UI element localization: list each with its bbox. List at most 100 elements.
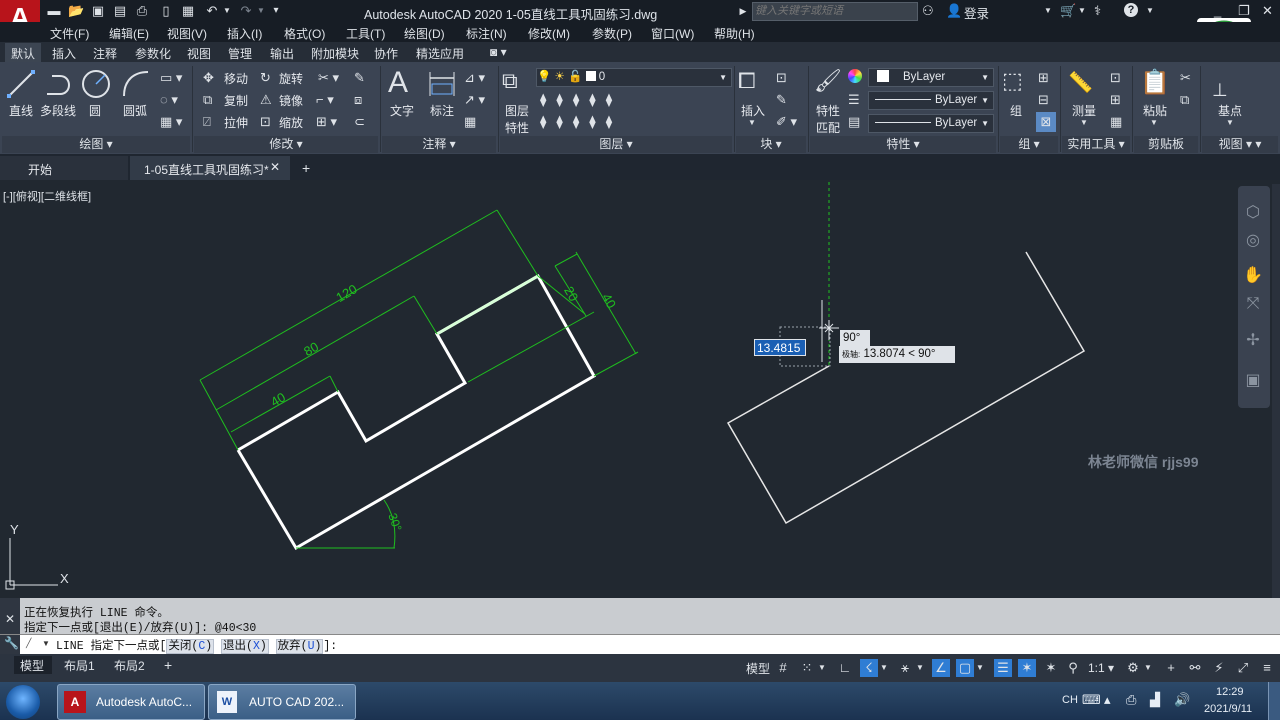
volume-icon[interactable]: 🔊 bbox=[1174, 692, 1190, 708]
orbit-icon[interactable]: ✢ bbox=[1242, 330, 1264, 350]
transparency-icon[interactable]: ✶ bbox=[1018, 659, 1036, 677]
mirror-icon[interactable]: ⚠ bbox=[260, 92, 272, 108]
snap-dropdown-icon[interactable]: ▼ bbox=[816, 659, 828, 677]
quick-select-icon[interactable]: ⊞ bbox=[1110, 92, 1121, 108]
ungroup-icon[interactable]: ⊞ bbox=[1038, 70, 1049, 86]
ribbon-tab-featured-apps[interactable]: 精选应用 bbox=[416, 45, 464, 62]
layout-tab-1[interactable]: 布局1 bbox=[64, 657, 95, 674]
chevron-down-icon[interactable]: ▼ bbox=[1080, 118, 1088, 127]
dimension-tool-label[interactable]: 标注 bbox=[430, 102, 454, 119]
edit-block-icon[interactable]: ✎ bbox=[776, 92, 787, 108]
mirror-label[interactable]: 镜像 bbox=[279, 92, 303, 109]
measure-icon[interactable]: 📏 bbox=[1068, 70, 1093, 95]
command-prompt[interactable]: LINE 指定下一点或[关闭(C) 退出(X) 放弃(U)]: bbox=[56, 637, 337, 654]
stretch-label[interactable]: 拉伸 bbox=[224, 114, 248, 131]
login-label[interactable]: 登录 bbox=[964, 3, 989, 22]
ribbon-tab-output[interactable]: 输出 bbox=[270, 45, 294, 62]
layout-tab-2[interactable]: 布局2 bbox=[114, 657, 145, 674]
match-properties-label-1[interactable]: 特性 bbox=[816, 102, 840, 119]
show-desktop-button[interactable] bbox=[1268, 682, 1280, 720]
recent-commands-icon[interactable]: ▼ bbox=[42, 639, 50, 648]
copy-label[interactable]: 复制 bbox=[224, 92, 248, 109]
scale-label[interactable]: 缩放 bbox=[279, 114, 303, 131]
close-command-icon[interactable]: ✕ bbox=[5, 612, 15, 626]
menu-parametric[interactable]: 参数(P) bbox=[592, 25, 632, 42]
polyline-tool-label[interactable]: 多段线 bbox=[40, 102, 76, 119]
restore-icon[interactable]: ❐ bbox=[1238, 3, 1250, 19]
panel-groups-title[interactable]: 组 ▾ bbox=[1000, 136, 1058, 153]
cut-icon[interactable]: ✂ bbox=[1180, 70, 1191, 86]
hatch-tool-icon[interactable]: ◌ ▾ bbox=[160, 92, 178, 108]
layer-properties-label-2[interactable]: 特性 bbox=[505, 119, 529, 136]
model-space-toggle[interactable]: 模型 bbox=[746, 660, 770, 677]
add-layout-icon[interactable]: + bbox=[164, 657, 172, 673]
tab-drawing[interactable]: 1-05直线工具巩固练习* ✕ bbox=[130, 156, 290, 180]
panel-layers-title[interactable]: 图层 ▾ bbox=[500, 136, 732, 153]
scale-icon[interactable]: ⊡ bbox=[260, 114, 271, 130]
match-properties-label-2[interactable]: 匹配 bbox=[816, 119, 840, 136]
polar-tracking-icon[interactable]: ☇ bbox=[860, 659, 878, 677]
calculator-icon[interactable]: ▦ bbox=[1110, 114, 1122, 130]
drawing-geometry[interactable]: 120 80 40 20 40 30° Y X bbox=[0, 180, 1280, 598]
explode-icon[interactable]: ⧈ bbox=[354, 92, 362, 108]
dimension-tool-icon[interactable] bbox=[426, 68, 458, 100]
new-tab-icon[interactable]: + bbox=[302, 160, 310, 176]
lineweight-icon[interactable]: ☰ bbox=[848, 92, 860, 108]
close-tab-icon[interactable]: ✕ bbox=[270, 160, 280, 174]
insert-block-icon[interactable]: ⧠ bbox=[738, 68, 756, 94]
option-exit[interactable]: 退出(X) bbox=[221, 639, 269, 654]
customize-wrench-icon[interactable]: 🔧 bbox=[4, 636, 19, 650]
trim-icon[interactable]: ✂ ▾ bbox=[318, 70, 339, 86]
windows-start-icon[interactable] bbox=[6, 685, 40, 719]
layer-tools-row-2-icons[interactable]: ⧫⧫⧫⧫⧫ bbox=[540, 114, 622, 130]
quick-properties-icon[interactable]: ⚡ bbox=[1210, 659, 1228, 677]
exchange-icon[interactable]: ⚕ bbox=[1094, 3, 1101, 19]
panel-properties-title[interactable]: 特性 ▾ bbox=[810, 136, 996, 153]
group-icon[interactable]: ⬚ bbox=[1002, 68, 1023, 94]
rotate-icon[interactable]: ↻ bbox=[260, 70, 271, 86]
clock-time[interactable]: 12:29 bbox=[1216, 686, 1244, 698]
menu-file[interactable]: 文件(F) bbox=[50, 25, 89, 42]
network-icon[interactable]: ▟ bbox=[1150, 692, 1160, 708]
circle-tool-label[interactable]: 圆 bbox=[89, 102, 101, 119]
menu-insert[interactable]: 插入(I) bbox=[227, 25, 262, 42]
user-icon[interactable]: 👤 bbox=[946, 3, 962, 19]
offset-icon[interactable]: ⊂ bbox=[354, 114, 365, 130]
cart-dropdown-icon[interactable]: ▼ bbox=[1078, 3, 1086, 19]
new-file-icon[interactable]: ▬ bbox=[46, 3, 62, 19]
tab-start[interactable]: 开始 bbox=[0, 156, 128, 180]
vertical-scrollbar[interactable] bbox=[1272, 184, 1280, 598]
chevron-down-icon[interactable]: ▼ bbox=[1150, 118, 1158, 127]
ribbon-tab-annotate[interactable]: 注释 bbox=[93, 45, 117, 62]
panel-view-title[interactable]: 视图 ▾ ▾ bbox=[1202, 136, 1278, 153]
lineweight-toggle-icon[interactable]: ☰ bbox=[994, 659, 1012, 677]
redo-icon[interactable]: ↷ bbox=[238, 3, 254, 19]
dynamic-input-field[interactable]: 13.4815 bbox=[754, 339, 806, 356]
layer-tools-row-1-icons[interactable]: ⧫⧫⧫⧫⧫ bbox=[540, 92, 622, 108]
chevron-down-icon[interactable]: ▼ bbox=[1226, 118, 1234, 127]
text-tool-label[interactable]: 文字 bbox=[390, 102, 414, 119]
option-close[interactable]: 关闭(C) bbox=[166, 639, 215, 654]
group-label[interactable]: 组 bbox=[1010, 102, 1022, 119]
menu-dimension[interactable]: 标注(N) bbox=[466, 25, 507, 42]
move-label[interactable]: 移动 bbox=[224, 70, 248, 87]
base-point-icon[interactable]: ⊥ bbox=[1212, 80, 1228, 101]
ribbon-minimize-toggle-icon[interactable]: ◙ ▾ bbox=[490, 45, 507, 59]
grid-icon[interactable]: # bbox=[774, 659, 792, 677]
insert-block-label[interactable]: 插入 bbox=[741, 102, 765, 119]
ribbon-tab-insert[interactable]: 插入 bbox=[52, 45, 76, 62]
menu-draw[interactable]: 绘图(D) bbox=[404, 25, 445, 42]
keyboard-icon[interactable]: ⌨ bbox=[1082, 692, 1101, 708]
workspace-gear-icon[interactable]: ⚙ bbox=[1124, 659, 1142, 677]
menu-format[interactable]: 格式(O) bbox=[284, 25, 325, 42]
panel-modify-title[interactable]: 修改 ▾ bbox=[194, 136, 378, 153]
annotation-scale[interactable]: 1:1 ▾ bbox=[1088, 661, 1114, 675]
gradient-tool-icon[interactable]: ▦ ▾ bbox=[160, 114, 182, 130]
rectangle-tool-icon[interactable]: ▭ ▾ bbox=[160, 70, 182, 86]
quick-access-customize-icon[interactable]: ▾ bbox=[270, 3, 282, 19]
line-tool-icon[interactable] bbox=[5, 68, 37, 100]
color-wheel-icon[interactable] bbox=[848, 69, 862, 83]
ribbon-tab-manage[interactable]: 管理 bbox=[228, 45, 252, 62]
login-dropdown-icon[interactable]: ▼ bbox=[1044, 3, 1052, 19]
paste-label[interactable]: 粘贴 bbox=[1143, 102, 1167, 119]
